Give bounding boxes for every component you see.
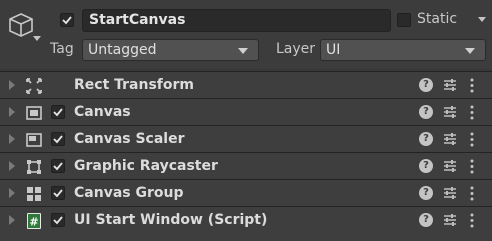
help-icon[interactable]: ? bbox=[419, 186, 433, 200]
component-enabled-checkbox[interactable] bbox=[51, 159, 65, 173]
presets-icon[interactable] bbox=[443, 105, 457, 119]
help-icon[interactable]: ? bbox=[419, 78, 433, 92]
component-ui-start-window-script[interactable]: # UI Start Window (Script) ? bbox=[0, 206, 492, 241]
component-enabled-checkbox[interactable] bbox=[51, 105, 65, 119]
presets-icon[interactable] bbox=[443, 213, 457, 227]
foldout-arrow-icon[interactable] bbox=[9, 161, 15, 171]
component-graphic-raycaster[interactable]: Graphic Raycaster ? bbox=[0, 152, 492, 179]
presets-icon[interactable] bbox=[443, 78, 457, 92]
inspector-header: StartCanvas Static Tag Untagged Layer UI bbox=[0, 0, 492, 69]
script-icon: # bbox=[27, 213, 41, 229]
component-title: Canvas bbox=[74, 104, 131, 120]
component-title: Canvas Scaler bbox=[74, 131, 185, 147]
presets-icon[interactable] bbox=[443, 159, 457, 173]
kebab-menu-icon[interactable] bbox=[470, 132, 474, 147]
static-checkbox[interactable] bbox=[397, 13, 411, 27]
tag-label: Tag bbox=[50, 41, 74, 57]
component-canvas-scaler[interactable]: Canvas Scaler ? bbox=[0, 125, 492, 152]
foldout-arrow-icon[interactable] bbox=[9, 188, 15, 198]
kebab-menu-icon[interactable] bbox=[470, 213, 474, 228]
icon-dropdown-caret-icon[interactable] bbox=[33, 36, 41, 41]
chevron-down-icon bbox=[465, 48, 475, 54]
help-icon[interactable]: ? bbox=[419, 105, 433, 119]
rect-transform-icon bbox=[26, 78, 42, 94]
checkmark-icon bbox=[53, 162, 63, 171]
checkmark-icon bbox=[53, 108, 63, 117]
tag-value: Untagged bbox=[88, 42, 157, 58]
checkmark-icon bbox=[62, 16, 72, 25]
canvas-scaler-icon bbox=[26, 133, 42, 147]
graphic-raycaster-icon bbox=[27, 160, 41, 174]
presets-icon[interactable] bbox=[443, 186, 457, 200]
component-enabled-checkbox[interactable] bbox=[51, 132, 65, 146]
component-canvas[interactable]: Canvas ? bbox=[0, 98, 492, 125]
foldout-arrow-icon[interactable] bbox=[9, 134, 15, 144]
active-checkbox[interactable] bbox=[60, 13, 74, 27]
component-title: UI Start Window (Script) bbox=[74, 212, 268, 228]
svg-text:#: # bbox=[29, 216, 38, 229]
layer-dropdown[interactable]: UI bbox=[320, 39, 486, 61]
component-title: Rect Transform bbox=[74, 77, 195, 93]
component-enabled-checkbox[interactable] bbox=[51, 213, 65, 227]
kebab-menu-icon[interactable] bbox=[470, 78, 474, 93]
presets-icon[interactable] bbox=[443, 132, 457, 146]
chevron-down-icon bbox=[238, 48, 248, 54]
checkmark-icon bbox=[53, 216, 63, 225]
gameobject-cube-icon[interactable] bbox=[8, 12, 34, 38]
component-enabled-checkbox[interactable] bbox=[51, 186, 65, 200]
object-name-field[interactable]: StartCanvas bbox=[82, 9, 391, 32]
canvas-group-icon bbox=[27, 187, 41, 201]
static-dropdown-caret-icon[interactable] bbox=[478, 17, 486, 22]
help-icon[interactable]: ? bbox=[419, 159, 433, 173]
foldout-arrow-icon[interactable] bbox=[9, 107, 15, 117]
tag-dropdown[interactable]: Untagged bbox=[82, 39, 259, 61]
canvas-icon bbox=[26, 106, 42, 120]
checkmark-icon bbox=[53, 135, 63, 144]
kebab-menu-icon[interactable] bbox=[470, 186, 474, 201]
foldout-arrow-icon[interactable] bbox=[9, 80, 15, 90]
help-icon[interactable]: ? bbox=[419, 213, 433, 227]
static-label: Static bbox=[417, 11, 458, 27]
layer-label: Layer bbox=[276, 41, 316, 57]
foldout-arrow-icon[interactable] bbox=[9, 215, 15, 225]
layer-value: UI bbox=[326, 42, 341, 58]
component-title: Graphic Raycaster bbox=[74, 158, 218, 174]
kebab-menu-icon[interactable] bbox=[470, 159, 474, 174]
help-icon[interactable]: ? bbox=[419, 132, 433, 146]
component-rect-transform[interactable]: Rect Transform ? bbox=[0, 71, 492, 98]
checkmark-icon bbox=[53, 189, 63, 198]
kebab-menu-icon[interactable] bbox=[470, 105, 474, 120]
component-title: Canvas Group bbox=[74, 185, 184, 201]
component-canvas-group[interactable]: Canvas Group ? bbox=[0, 179, 492, 206]
